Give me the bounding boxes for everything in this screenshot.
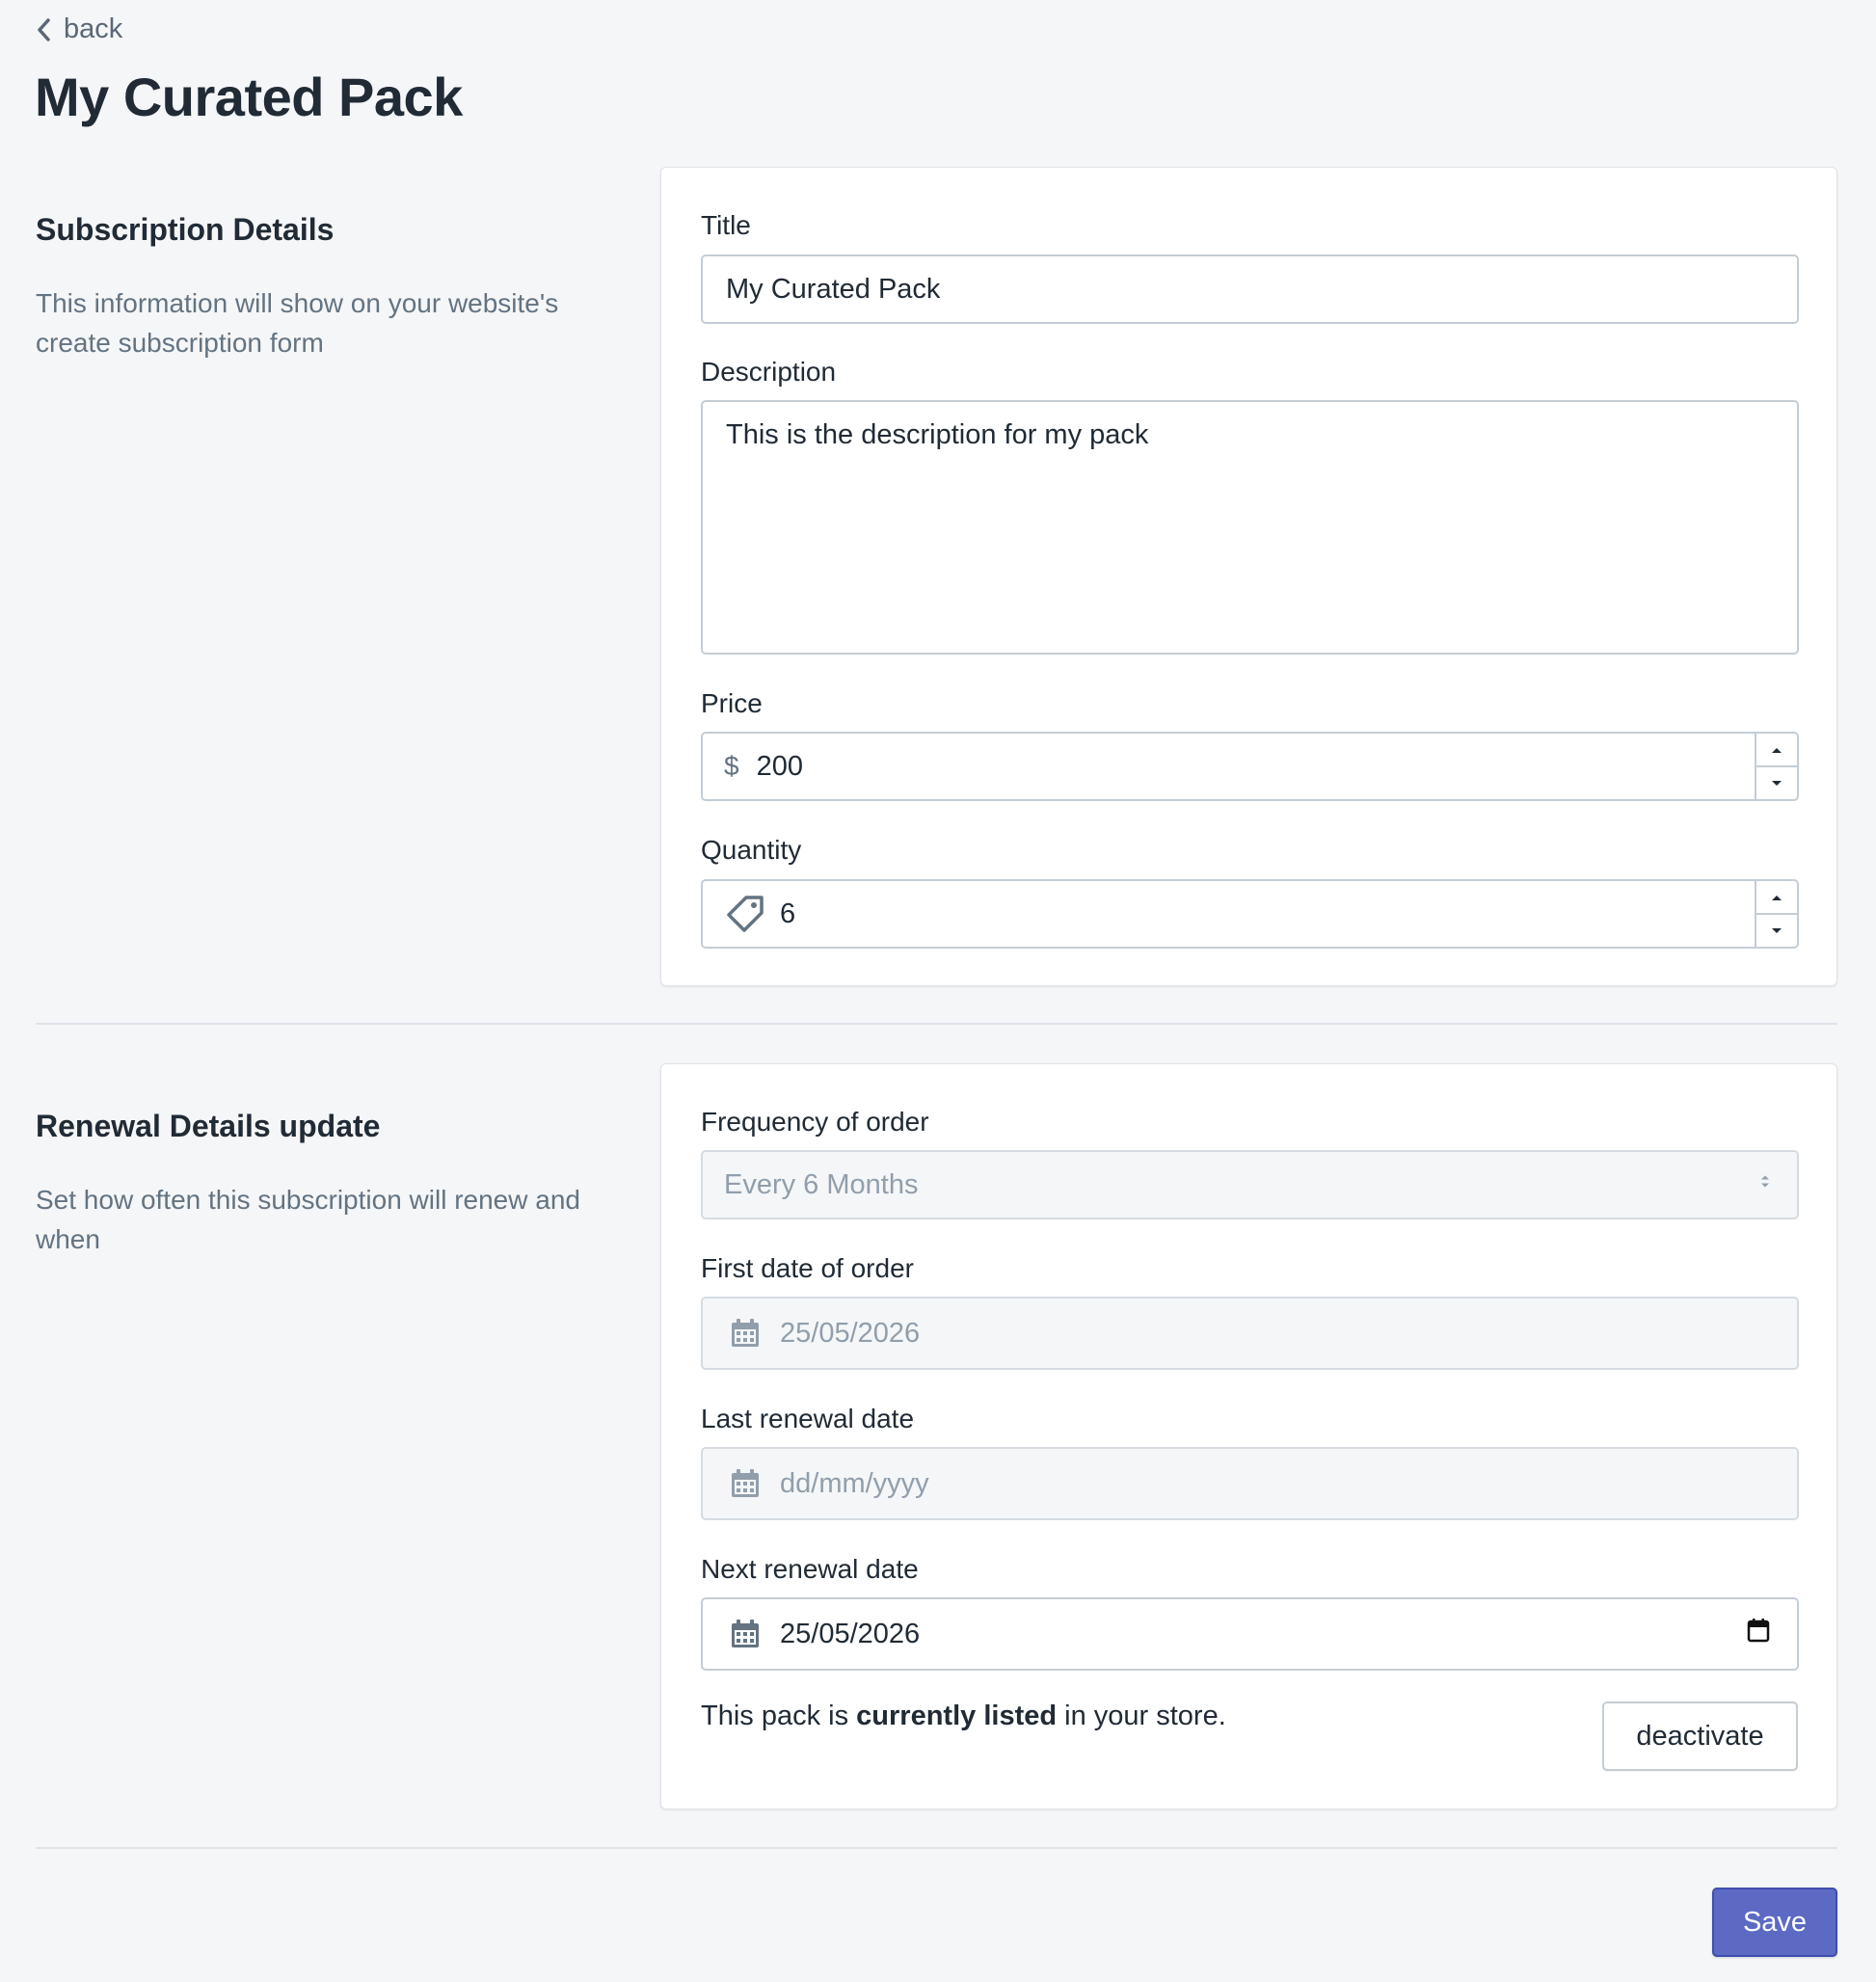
date-picker-icon[interactable] — [1747, 1618, 1770, 1650]
back-link[interactable]: back — [35, 13, 122, 45]
tag-icon — [724, 894, 766, 934]
calendar-icon — [724, 1619, 766, 1649]
quantity-decrement-button[interactable] — [1756, 913, 1797, 947]
caret-up-icon — [1772, 747, 1782, 753]
description-textarea-value: This is the description for my pack — [726, 419, 1149, 450]
subscription-card: Title My Curated Pack Description This i… — [660, 167, 1837, 986]
first-date-value: 25/05/2026 — [780, 1317, 921, 1349]
first-date-label: First date of order — [701, 1253, 914, 1283]
description-textarea[interactable]: This is the description for my pack — [701, 400, 1799, 655]
renewal-heading: Renewal Details update — [36, 1109, 381, 1143]
currency-prefix: $ — [724, 751, 739, 781]
frequency-select[interactable]: Every 6 Months — [701, 1150, 1799, 1219]
price-input[interactable]: $ 200 — [701, 732, 1799, 801]
frequency-select-value: Every 6 Months — [724, 1168, 919, 1200]
title-input[interactable]: My Curated Pack — [701, 254, 1799, 324]
listing-status: This pack is currently listed in your st… — [701, 1701, 1226, 1731]
calendar-icon — [724, 1318, 766, 1349]
price-decrement-button[interactable] — [1756, 765, 1797, 799]
caret-up-icon — [1772, 895, 1782, 900]
next-renewal-value: 25/05/2026 — [780, 1618, 921, 1649]
back-label: back — [64, 13, 123, 44]
next-renewal-label: Next renewal date — [701, 1554, 919, 1584]
quantity-increment-button[interactable] — [1756, 881, 1797, 913]
listing-status-bold: currently listed — [856, 1701, 1058, 1731]
save-button[interactable]: Save — [1712, 1888, 1837, 1957]
price-label: Price — [701, 688, 763, 718]
quantity-label: Quantity — [701, 835, 802, 865]
renewal-card: Frequency of order Every 6 Months First … — [660, 1063, 1837, 1809]
deactivate-button[interactable]: deactivate — [1602, 1701, 1798, 1771]
select-arrows-icon — [1758, 1169, 1772, 1201]
caret-down-icon — [1772, 927, 1782, 933]
caret-down-icon — [1772, 780, 1782, 786]
chevron-left-icon — [38, 17, 50, 41]
calendar-icon — [724, 1468, 766, 1499]
section-divider — [36, 1023, 1837, 1025]
last-renewal-placeholder: dd/mm/yyyy — [780, 1467, 929, 1499]
first-date-input[interactable]: 25/05/2026 — [701, 1297, 1799, 1370]
footer-divider — [36, 1847, 1837, 1849]
quantity-stepper — [1755, 881, 1797, 947]
price-increment-button[interactable] — [1756, 734, 1797, 765]
description-label: Description — [701, 357, 837, 387]
quantity-input[interactable]: 6 — [701, 879, 1799, 949]
quantity-input-value: 6 — [780, 897, 796, 929]
title-input-value: My Curated Pack — [726, 273, 941, 305]
title-label: Title — [701, 210, 751, 240]
frequency-label: Frequency of order — [701, 1107, 929, 1137]
subscription-heading: Subscription Details — [36, 212, 335, 247]
last-renewal-input[interactable]: dd/mm/yyyy — [701, 1447, 1799, 1520]
subscription-description: This information will show on your websi… — [36, 288, 559, 358]
last-renewal-label: Last renewal date — [701, 1404, 915, 1433]
renewal-description: Set how often this subscription will ren… — [36, 1185, 580, 1254]
next-renewal-input[interactable]: 25/05/2026 — [701, 1597, 1799, 1671]
page-title: My Curated Pack — [35, 67, 463, 127]
price-stepper — [1755, 734, 1797, 799]
price-input-value: 200 — [756, 750, 803, 782]
